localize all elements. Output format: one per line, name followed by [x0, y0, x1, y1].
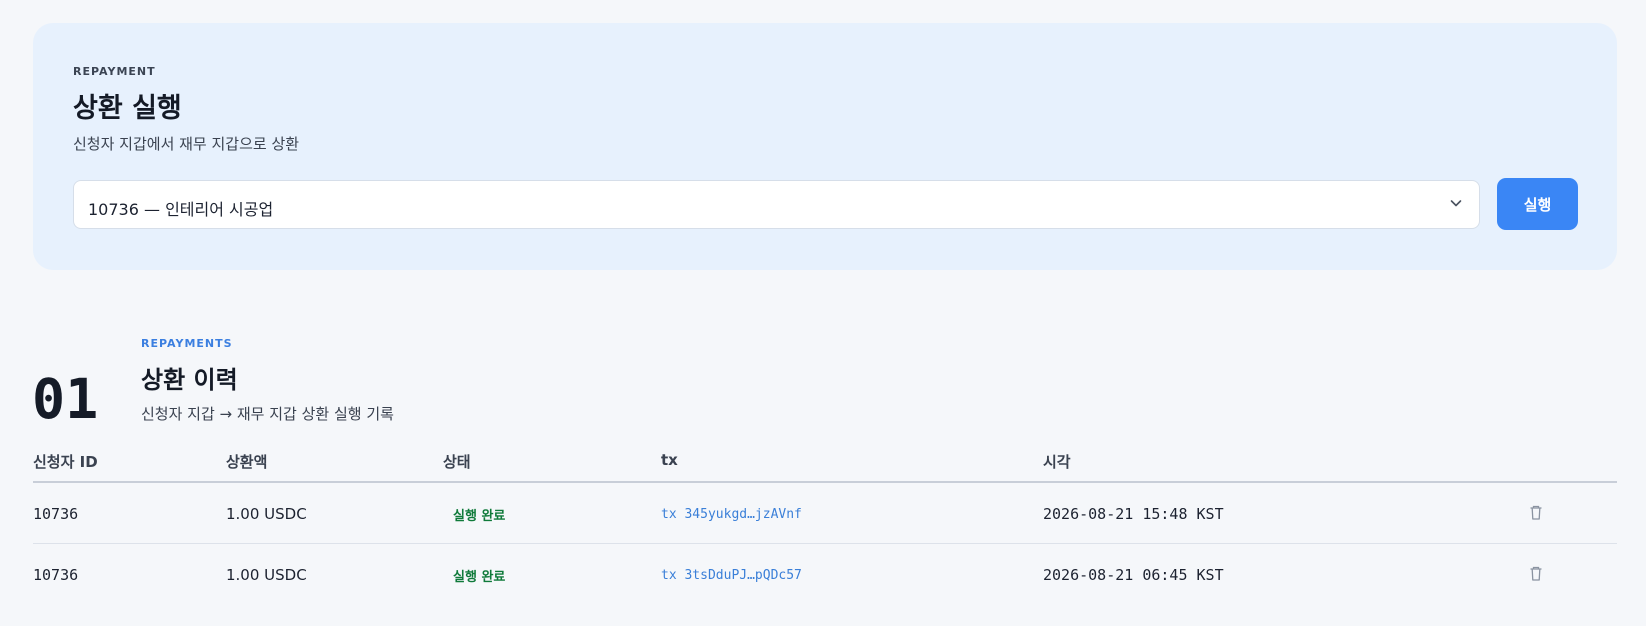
amount-cell: 1.00 USDC [226, 505, 307, 523]
table-row: 10736 1.00 USDC 실행 완료 tx 3tsDduPJ…pQDc57… [33, 544, 1617, 605]
chevron-down-icon [1450, 200, 1462, 207]
repayment-history-table: 신청자 ID 상환액 상태 tx 시각 10736 1.00 USDC 실행 완… [33, 445, 1617, 605]
applicant-select-value: 10736 — 인테리어 시공업 [88, 200, 274, 219]
time-cell: 2026-08-21 15:48 KST [1043, 505, 1224, 523]
applicant-id-cell: 10736 [33, 566, 79, 584]
history-eyebrow: REPAYMENTS [141, 337, 233, 350]
table-header: 신청자 ID 상환액 상태 tx 시각 [33, 445, 1617, 483]
column-header-time: 시각 [1043, 453, 1071, 471]
applicant-select[interactable]: 10736 — 인테리어 시공업 [73, 180, 1480, 229]
column-header-applicant-id: 신청자 ID [33, 453, 98, 471]
repayment-eyebrow: REPAYMENT [73, 65, 156, 78]
history-subtitle: 신청자 지갑 → 재무 지갑 상환 실행 기록 [141, 405, 394, 423]
status-badge: 실행 완료 [453, 509, 506, 524]
run-button[interactable]: 실행 [1497, 178, 1578, 230]
trash-icon[interactable] [1526, 503, 1546, 523]
repayment-title: 상환 실행 [73, 93, 182, 124]
tx-link[interactable]: tx 3tsDduPJ…pQDc57 [661, 568, 802, 583]
applicant-id-cell: 10736 [33, 505, 79, 523]
table-row: 10736 1.00 USDC 실행 완료 tx 345yukgd…jzAVnf… [33, 483, 1617, 544]
column-header-amount: 상환액 [226, 453, 268, 471]
time-cell: 2026-08-21 06:45 KST [1043, 566, 1224, 584]
tx-link[interactable]: tx 345yukgd…jzAVnf [661, 507, 802, 522]
repayment-subtitle: 신청자 지갑에서 재무 지갑으로 상환 [73, 135, 300, 153]
column-header-tx: tx [661, 451, 678, 469]
trash-icon[interactable] [1526, 564, 1546, 584]
status-badge: 실행 완료 [453, 570, 506, 585]
section-number: 01 [32, 367, 99, 431]
repayment-card: REPAYMENT 상환 실행 신청자 지갑에서 재무 지갑으로 상환 1073… [33, 23, 1617, 270]
amount-cell: 1.00 USDC [226, 566, 307, 584]
history-title: 상환 이력 [141, 366, 238, 394]
column-header-status: 상태 [443, 453, 471, 471]
